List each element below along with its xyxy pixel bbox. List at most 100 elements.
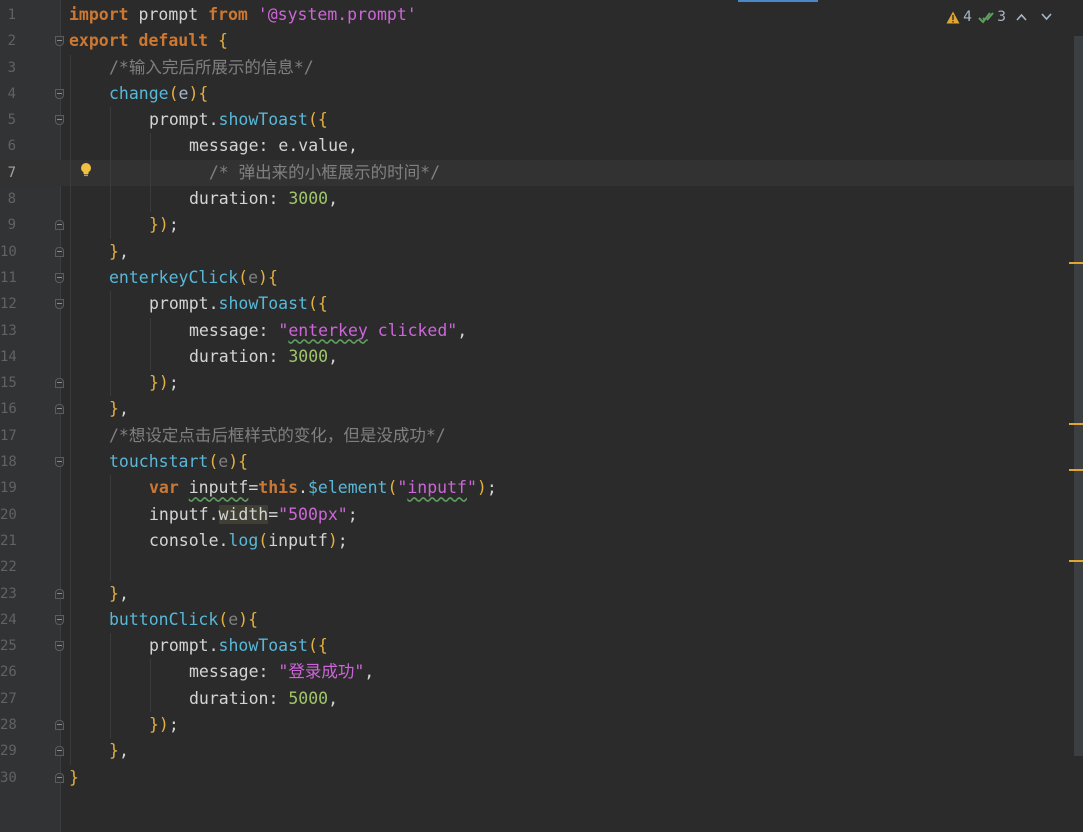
fold-collapse-icon[interactable]	[55, 772, 64, 783]
code-text[interactable]: change(e){	[109, 81, 208, 107]
code-line[interactable]: 29},	[0, 738, 1083, 765]
code-text[interactable]: export default {	[69, 28, 228, 54]
warnings-indicator[interactable]: 4	[946, 9, 972, 25]
code-text[interactable]: touchstart(e){	[109, 449, 248, 475]
line-number[interactable]: 6	[0, 133, 16, 159]
fold-expand-icon[interactable]	[55, 299, 64, 310]
line-number[interactable]: 30	[0, 765, 17, 791]
line-number[interactable]: 28	[0, 712, 17, 738]
code-line[interactable]: 22	[0, 554, 1083, 581]
code-text[interactable]: console.log(inputf);	[149, 528, 348, 554]
code-line[interactable]: 6 message: e.value,	[0, 133, 1083, 160]
code-text[interactable]: prompt.showToast({	[149, 633, 328, 659]
line-number[interactable]: 10	[0, 239, 17, 265]
lightbulb-icon[interactable]	[80, 162, 92, 177]
line-number[interactable]: 12	[0, 291, 17, 317]
fold-collapse-icon[interactable]	[55, 588, 64, 599]
line-number[interactable]: 21	[0, 528, 17, 554]
code-line[interactable]: 11 enterkeyClick(e){	[0, 264, 1083, 292]
code-text[interactable]: },	[109, 738, 129, 764]
code-text[interactable]: duration: 3000,	[189, 186, 338, 212]
code-text[interactable]: message: "登录成功",	[189, 659, 374, 685]
code-line[interactable]: 30}	[0, 765, 1083, 791]
code-line[interactable]: 12 prompt.showToast({	[0, 291, 1083, 318]
code-line[interactable]: 16},	[0, 396, 1083, 423]
code-text[interactable]: message: "enterkey clicked",	[189, 318, 467, 344]
code-text[interactable]: /* 弹出来的小框展示的时间*/	[189, 160, 440, 186]
scrollbar-warning-marker[interactable]	[1069, 262, 1083, 264]
line-number[interactable]: 1	[0, 2, 16, 28]
fold-expand-icon[interactable]	[55, 36, 64, 47]
line-number[interactable]: 13	[0, 318, 17, 344]
code-line[interactable]: 7 /* 弹出来的小框展示的时间*/	[0, 159, 1083, 187]
fold-expand-icon[interactable]	[55, 641, 64, 652]
code-text[interactable]: });	[149, 712, 179, 738]
line-number[interactable]: 11	[0, 265, 17, 291]
code-text[interactable]: /*输入完后所展示的信息*/	[109, 55, 314, 81]
line-number[interactable]: 29	[0, 738, 17, 764]
code-lines[interactable]: 1 import prompt from '@system.prompt' 2 exp…	[0, 2, 1083, 791]
line-number[interactable]: 16	[0, 396, 17, 422]
line-number[interactable]: 19	[0, 475, 17, 501]
code-text[interactable]: message: e.value,	[189, 133, 358, 159]
vertical-scrollbar[interactable]	[1074, 36, 1083, 756]
line-number[interactable]: 7	[0, 160, 16, 186]
code-line[interactable]: 25 prompt.showToast({	[0, 633, 1083, 660]
code-text[interactable]: prompt.showToast({	[149, 291, 328, 317]
line-number[interactable]: 20	[0, 502, 17, 528]
line-number[interactable]: 17	[0, 423, 17, 449]
code-line[interactable]: 14 duration: 3000,	[0, 343, 1083, 371]
line-number[interactable]: 27	[0, 686, 17, 712]
code-text[interactable]: var inputf=this.$element("inputf");	[149, 475, 497, 501]
code-editor[interactable]: 1 import prompt from '@system.prompt' 2 exp…	[0, 0, 1083, 832]
code-text[interactable]: });	[149, 370, 179, 396]
line-number[interactable]: 25	[0, 633, 17, 659]
fold-expand-icon[interactable]	[55, 272, 64, 283]
scrollbar-warning-marker[interactable]	[1069, 423, 1083, 425]
code-text[interactable]: /*想设定点击后框样式的变化，但是没成功*/	[109, 423, 446, 449]
code-line[interactable]: 8 duration: 3000,	[0, 186, 1083, 213]
line-number[interactable]: 24	[0, 607, 17, 633]
fold-expand-icon[interactable]	[55, 88, 64, 99]
code-text[interactable]: import prompt from '@system.prompt'	[69, 2, 417, 28]
code-line[interactable]: 23},	[0, 580, 1083, 607]
code-line[interactable]: 20 inputf.width="500px";	[0, 501, 1083, 528]
line-number[interactable]: 22	[0, 554, 17, 580]
code-line[interactable]: 27 duration: 5000,	[0, 685, 1083, 713]
code-line[interactable]: 24 buttonClick(e){	[0, 606, 1083, 634]
weak-warnings-indicator[interactable]: 3	[978, 9, 1006, 25]
fold-collapse-icon[interactable]	[55, 720, 64, 731]
inspection-widget[interactable]: 4 3	[946, 4, 1056, 30]
code-line[interactable]: 9});	[0, 212, 1083, 239]
fold-collapse-icon[interactable]	[55, 220, 64, 231]
line-number[interactable]: 5	[0, 107, 16, 133]
fold-expand-icon[interactable]	[55, 614, 64, 625]
code-line[interactable]: 21 console.log(inputf);	[0, 527, 1083, 555]
code-text[interactable]: },	[109, 396, 129, 422]
fold-expand-icon[interactable]	[55, 115, 64, 126]
line-number[interactable]: 8	[0, 186, 16, 212]
fold-collapse-icon[interactable]	[55, 746, 64, 757]
scrollbar-warning-marker[interactable]	[1069, 560, 1083, 562]
code-text[interactable]: enterkeyClick(e){	[109, 265, 278, 291]
line-number[interactable]: 9	[0, 212, 16, 238]
line-number[interactable]: 26	[0, 659, 17, 685]
line-number[interactable]: 23	[0, 581, 17, 607]
line-number[interactable]: 3	[0, 55, 16, 81]
scrollbar-warning-marker[interactable]	[1069, 469, 1083, 471]
code-text[interactable]: duration: 5000,	[189, 686, 338, 712]
code-line[interactable]: 5 prompt.showToast({	[0, 107, 1083, 134]
code-text[interactable]: prompt.showToast({	[149, 107, 328, 133]
code-text[interactable]: },	[109, 239, 129, 265]
line-number[interactable]: 4	[0, 81, 16, 107]
line-number[interactable]: 15	[0, 370, 17, 396]
code-text[interactable]: duration: 3000,	[189, 344, 338, 370]
code-line[interactable]: 3 /*输入完后所展示的信息*/	[0, 54, 1083, 81]
line-number[interactable]: 14	[0, 344, 17, 370]
code-text[interactable]: });	[149, 212, 179, 238]
code-text[interactable]: buttonClick(e){	[109, 607, 258, 633]
code-text[interactable]: },	[109, 581, 129, 607]
line-number[interactable]: 18	[0, 449, 17, 475]
code-line[interactable]: 10},	[0, 238, 1083, 265]
code-text[interactable]: inputf.width="500px";	[149, 502, 358, 528]
